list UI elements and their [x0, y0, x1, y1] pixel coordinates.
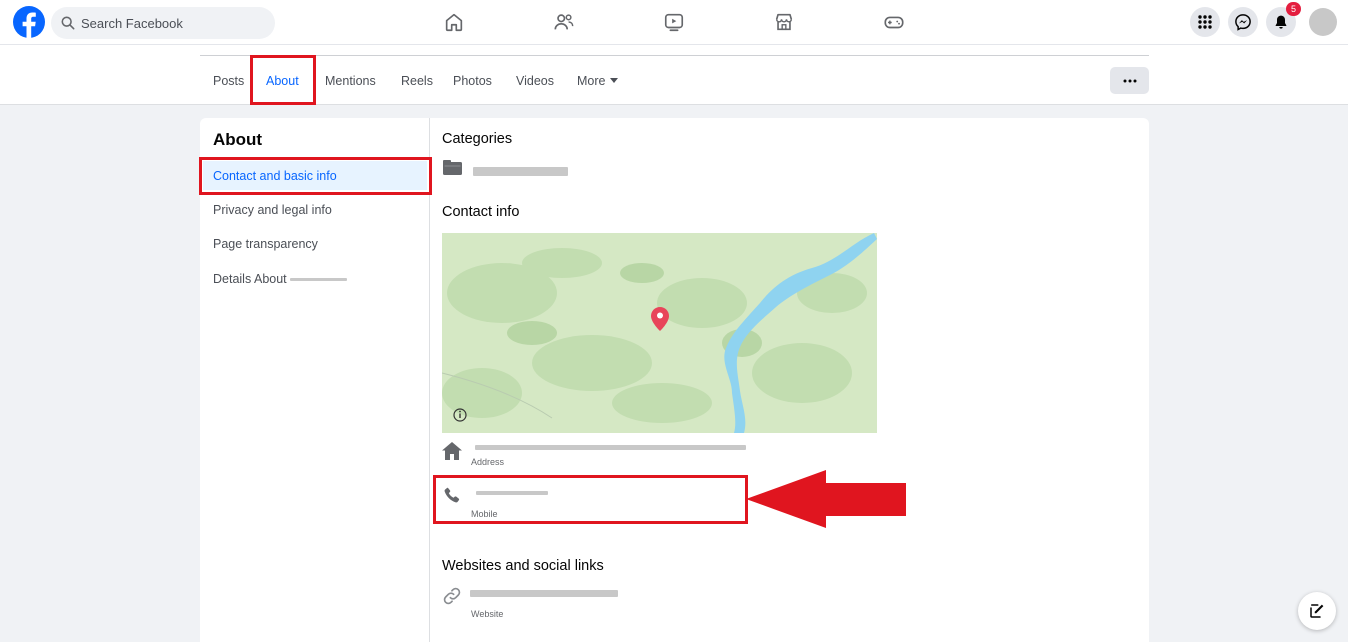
profile-tabs-bar: Posts About Mentions Reels Photos Videos…: [0, 45, 1348, 105]
tab-videos[interactable]: Videos: [516, 74, 554, 88]
gaming-icon[interactable]: [880, 8, 908, 36]
caret-down-icon: [610, 78, 619, 83]
address-label: Address: [471, 457, 505, 467]
redacted-website: [470, 590, 618, 597]
website-label: Website: [471, 609, 504, 619]
tabs-divider: [200, 55, 1149, 56]
new-message-button[interactable]: [1298, 592, 1336, 630]
search-icon: [61, 16, 75, 30]
redacted-category: [473, 167, 568, 176]
notification-badge: 5: [1286, 2, 1301, 16]
mobile-highlight: [433, 475, 748, 524]
redacted-name: [290, 278, 347, 281]
websites-social-title: Websites and social links: [442, 558, 604, 574]
card-divider: [429, 118, 430, 642]
redacted-address: [475, 445, 746, 450]
categories-title: Categories: [442, 131, 513, 147]
search-box[interactable]: [51, 7, 275, 39]
sidebar-item-privacy-legal[interactable]: Privacy and legal info: [213, 203, 332, 217]
top-navigation-bar: 5: [0, 0, 1348, 45]
tab-reels[interactable]: Reels: [401, 74, 433, 88]
tab-about-highlight: [250, 55, 316, 105]
messenger-icon[interactable]: [1228, 7, 1258, 37]
sidebar-item-page-transparency[interactable]: Page transparency: [213, 237, 318, 251]
watch-icon[interactable]: [660, 8, 688, 36]
sidebar-item-highlight: [199, 157, 432, 195]
tab-more[interactable]: More: [577, 74, 619, 88]
tab-posts[interactable]: Posts: [213, 74, 244, 88]
location-map[interactable]: [442, 233, 877, 433]
sidebar-item-details-about[interactable]: Details About: [213, 272, 287, 286]
category-icon: [443, 160, 463, 176]
compose-icon: [1310, 604, 1324, 618]
tab-mentions[interactable]: Mentions: [325, 74, 376, 88]
contact-info-title: Contact info: [442, 204, 520, 220]
more-options-button[interactable]: [1110, 67, 1149, 94]
tab-photos[interactable]: Photos: [453, 74, 492, 88]
search-input[interactable]: [81, 15, 251, 31]
tab-more-label: More: [577, 74, 606, 88]
home-icon[interactable]: [440, 8, 468, 36]
more-horizontal-icon: [1123, 79, 1136, 82]
friends-icon[interactable]: [550, 8, 578, 36]
marketplace-icon[interactable]: [770, 8, 798, 36]
facebook-logo-icon[interactable]: [13, 6, 45, 38]
pointer-arrow-annotation: [746, 470, 906, 528]
about-title: About: [213, 130, 263, 149]
menu-grid-icon[interactable]: [1190, 7, 1220, 37]
link-icon: [442, 586, 462, 606]
avatar[interactable]: [1309, 8, 1337, 36]
home-icon: [442, 442, 462, 460]
